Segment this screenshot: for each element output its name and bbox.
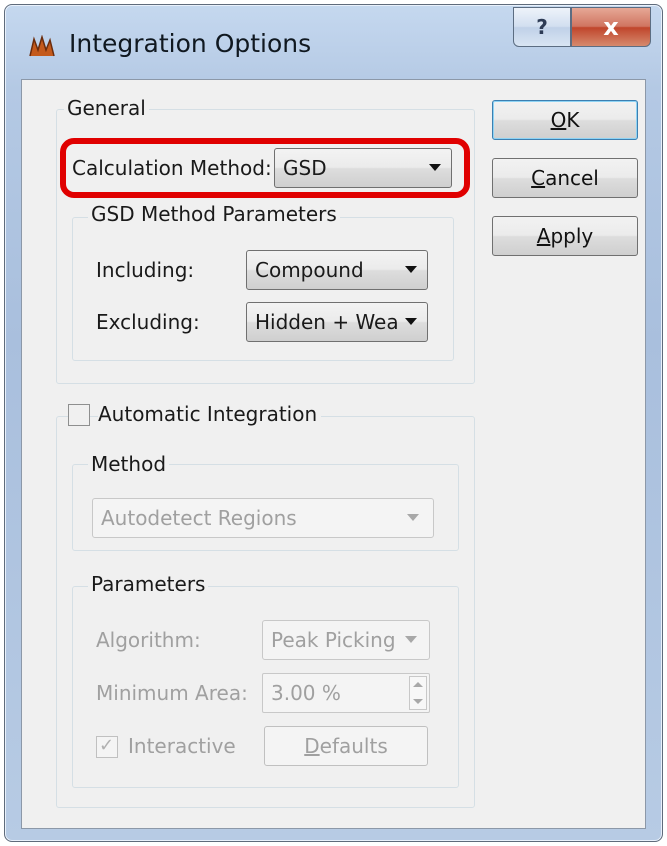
including-value: Compound [255,258,364,282]
apply-button-label: Apply [536,224,594,248]
general-group-title: General [64,96,149,120]
excluding-label: Excluding: [96,310,200,334]
chevron-down-icon [407,514,419,521]
calculation-method-select[interactable]: GSD [274,148,452,188]
defaults-button[interactable]: Defaults [264,726,428,766]
algorithm-select[interactable]: Peak Picking [262,620,430,660]
checkmark-icon: ✓ [99,735,115,756]
help-icon: ? [536,15,548,39]
method-group-title: Method [88,452,170,476]
dialog-client-area: General Calculation Method: GSD GSD Meth… [21,79,646,829]
title-bar[interactable]: Integration Options ? x [5,5,662,79]
gsd-parameters-title: GSD Method Parameters [88,202,340,226]
interactive-label[interactable]: Interactive [128,734,236,758]
method-value: Autodetect Regions [101,506,297,530]
algorithm-label: Algorithm: [96,628,201,652]
chevron-down-icon [405,266,417,273]
help-button[interactable]: ? [513,7,571,47]
including-label: Including: [96,258,195,282]
calculation-method-label: Calculation Method: [72,156,272,180]
close-icon: x [603,13,619,41]
excluding-value: Hidden + Wea [255,310,399,334]
defaults-button-label: Defaults [304,734,388,758]
chevron-down-icon [405,636,417,643]
minimum-area-spinner[interactable]: 3.00 % [262,673,430,713]
minimum-area-value: 3.00 % [271,681,341,705]
spin-down-icon[interactable] [413,699,423,704]
interactive-checkbox[interactable]: ✓ [96,735,118,758]
algorithm-value: Peak Picking [271,628,396,652]
ok-button[interactable]: OK [492,100,638,140]
apply-button[interactable]: Apply [492,216,638,256]
close-button[interactable]: x [571,7,651,47]
excluding-select[interactable]: Hidden + Wea [246,302,428,342]
chevron-down-icon [405,318,417,325]
calculation-method-value: GSD [283,156,327,180]
including-select[interactable]: Compound [246,250,428,290]
spinner-buttons[interactable] [409,676,427,710]
chevron-down-icon [429,164,441,171]
app-icon [29,35,55,57]
cancel-button[interactable]: Cancel [492,158,638,198]
parameters-group-title: Parameters [88,572,209,596]
method-select[interactable]: Autodetect Regions [92,498,434,538]
spin-up-icon[interactable] [413,682,423,687]
ok-button-label: OK [550,108,580,132]
window-title: Integration Options [69,29,312,58]
automatic-integration-checkbox[interactable] [68,404,90,426]
minimum-area-label: Minimum Area: [96,681,248,705]
cancel-button-label: Cancel [531,166,599,190]
automatic-integration-label[interactable]: Automatic Integration [98,402,322,426]
integration-options-dialog: Integration Options ? x General Calculat… [4,4,663,842]
